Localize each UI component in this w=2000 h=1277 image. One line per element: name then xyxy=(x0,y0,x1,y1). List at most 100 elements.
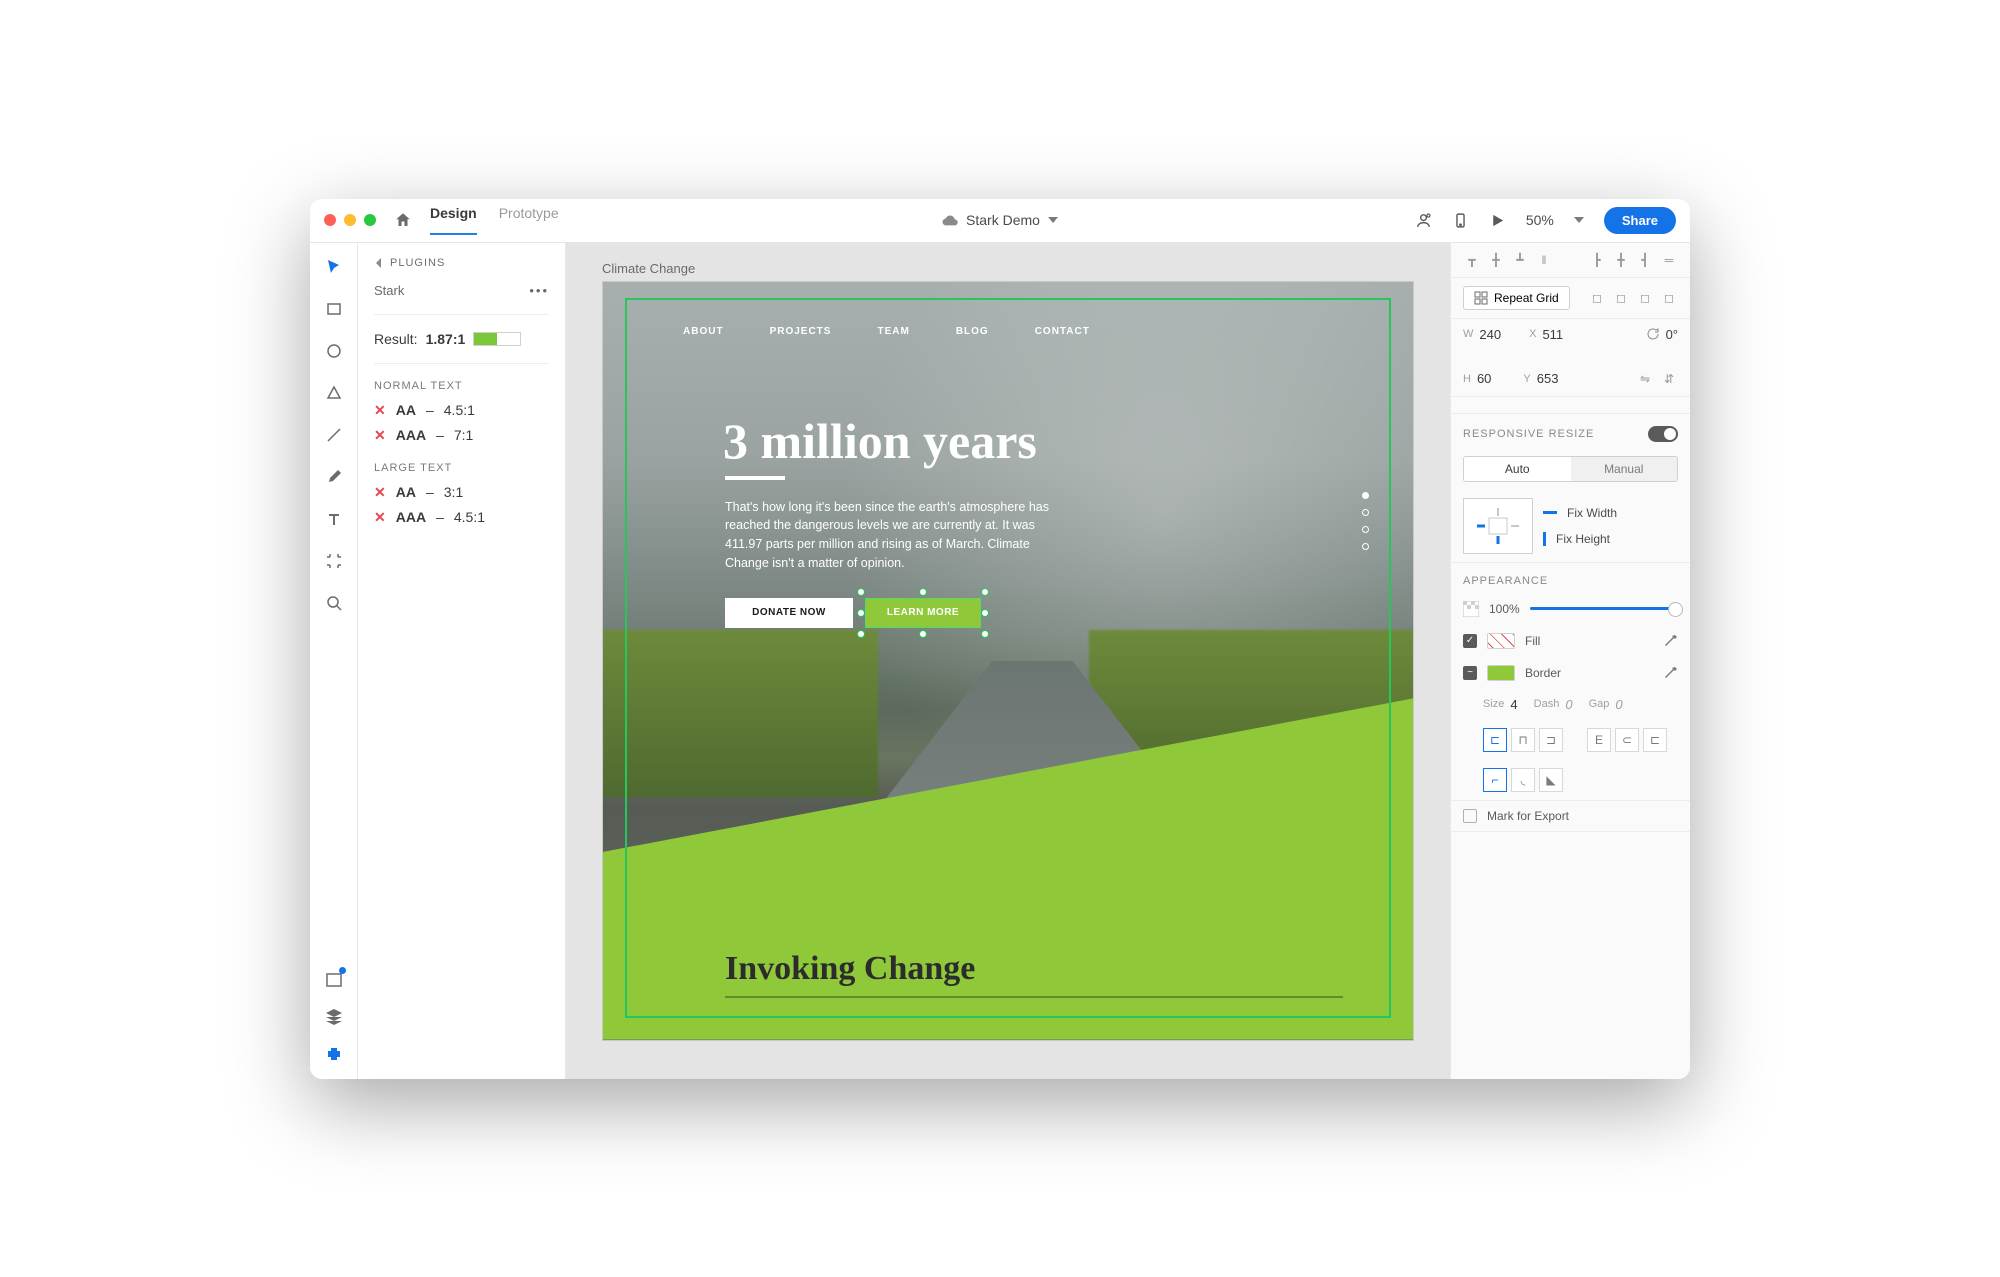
align-top-icon[interactable]: ┳ xyxy=(1463,251,1481,269)
responsive-toggle[interactable] xyxy=(1648,426,1678,442)
distribute-v-icon[interactable]: ‖ xyxy=(1535,251,1553,269)
align-bottom-icon[interactable]: ┻ xyxy=(1511,251,1529,269)
cap-butt-icon[interactable]: E xyxy=(1587,728,1611,752)
fix-height-row[interactable]: Fix Height xyxy=(1543,532,1617,546)
flip-v-icon[interactable]: ⇵ xyxy=(1660,370,1678,388)
pagination-dots[interactable] xyxy=(1362,492,1369,550)
nav-blog[interactable]: BLOG xyxy=(956,326,989,337)
tab-design[interactable]: Design xyxy=(430,205,477,235)
border-dash-value[interactable]: 0 xyxy=(1565,697,1572,712)
opacity-slider[interactable] xyxy=(1530,607,1678,610)
contrast-indicator xyxy=(473,332,521,346)
join-round-icon[interactable]: ◟ xyxy=(1511,768,1535,792)
fullscreen-icon[interactable] xyxy=(364,214,376,226)
tab-prototype[interactable]: Prototype xyxy=(499,205,559,235)
pen-tool[interactable] xyxy=(324,467,344,487)
donate-button[interactable]: DONATE NOW xyxy=(725,598,853,628)
artboard-tool[interactable] xyxy=(324,551,344,571)
fix-width-row[interactable]: Fix Width xyxy=(1543,506,1617,520)
stroke-values-row: Size4 Dash0 Gap0 xyxy=(1451,689,1690,720)
fill-swatch[interactable] xyxy=(1487,633,1515,649)
fail-icon: ✕ xyxy=(374,484,386,501)
auto-option[interactable]: Auto xyxy=(1464,457,1571,481)
subheadline[interactable]: Invoking Change xyxy=(725,950,975,988)
join-miter-icon[interactable]: ⌐ xyxy=(1483,768,1507,792)
select-tool[interactable] xyxy=(324,257,344,277)
boolean-intersect-icon[interactable]: ◻ xyxy=(1636,289,1654,307)
align-middle-icon[interactable]: ╋ xyxy=(1487,251,1505,269)
resize-mode-segment[interactable]: Auto Manual xyxy=(1463,456,1678,482)
plugins-icon[interactable] xyxy=(324,1045,344,1065)
border-swatch[interactable] xyxy=(1487,665,1515,681)
plugin-back[interactable]: PLUGINS xyxy=(374,257,549,269)
border-label: Border xyxy=(1525,666,1561,680)
more-icon[interactable]: ••• xyxy=(529,283,549,298)
cap-round-icon[interactable]: ⊂ xyxy=(1615,728,1639,752)
manual-option[interactable]: Manual xyxy=(1571,457,1678,481)
constraint-widget[interactable] xyxy=(1463,498,1533,554)
stroke-center-icon[interactable]: ⊓ xyxy=(1511,728,1535,752)
hero-body[interactable]: That's how long it's been since the eart… xyxy=(725,498,1055,573)
nav-projects[interactable]: PROJECTS xyxy=(770,326,832,337)
rotate-icon[interactable] xyxy=(1646,327,1660,341)
layers-icon[interactable] xyxy=(324,1007,344,1027)
large-aaa-row: ✕AAA– 4.5:1 xyxy=(374,509,549,526)
play-icon[interactable] xyxy=(1489,212,1506,229)
fail-icon: ✕ xyxy=(374,427,386,444)
artboard[interactable]: ABOUT PROJECTS TEAM BLOG CONTACT 3 milli… xyxy=(602,281,1414,1041)
share-button[interactable]: Share xyxy=(1604,207,1676,234)
x-value[interactable]: 511 xyxy=(1542,327,1563,342)
close-icon[interactable] xyxy=(324,214,336,226)
boolean-add-icon[interactable]: ◻ xyxy=(1588,289,1606,307)
nav-contact[interactable]: CONTACT xyxy=(1035,326,1090,337)
border-size-value[interactable]: 4 xyxy=(1510,697,1517,712)
flip-h-icon[interactable]: ⇋ xyxy=(1636,370,1654,388)
text-tool[interactable] xyxy=(324,509,344,529)
distribute-h-icon[interactable]: ═ xyxy=(1660,251,1678,269)
minimize-icon[interactable] xyxy=(344,214,356,226)
export-checkbox[interactable] xyxy=(1463,809,1477,823)
repeat-grid-button[interactable]: Repeat Grid xyxy=(1463,286,1570,310)
boolean-subtract-icon[interactable]: ◻ xyxy=(1612,289,1630,307)
home-icon[interactable] xyxy=(394,211,412,229)
zoom-level[interactable]: 50% xyxy=(1526,212,1554,228)
nav-team[interactable]: TEAM xyxy=(877,326,909,337)
stroke-outer-icon[interactable]: ⊐ xyxy=(1539,728,1563,752)
opacity-value[interactable]: 100% xyxy=(1489,602,1520,616)
titlebar-right: 50% Share xyxy=(1415,207,1676,234)
align-left-icon[interactable]: ┣ xyxy=(1588,251,1606,269)
height-value[interactable]: 60 xyxy=(1477,371,1491,386)
device-preview-icon[interactable] xyxy=(1452,212,1469,229)
fail-icon: ✕ xyxy=(374,509,386,526)
chevron-down-icon[interactable] xyxy=(1574,217,1584,223)
hero-headline[interactable]: 3 million years xyxy=(723,412,1037,470)
polygon-tool[interactable] xyxy=(324,383,344,403)
selection-handles[interactable] xyxy=(861,592,985,634)
stroke-inner-icon[interactable]: ⊏ xyxy=(1483,728,1507,752)
line-tool[interactable] xyxy=(324,425,344,445)
rotation-value[interactable]: 0° xyxy=(1666,327,1678,342)
artboard-label[interactable]: Climate Change xyxy=(602,261,695,276)
fill-checkbox[interactable]: ✓ xyxy=(1463,634,1477,648)
border-checkbox[interactable]: − xyxy=(1463,666,1477,680)
eyedropper-icon[interactable] xyxy=(1664,634,1678,648)
border-gap-value[interactable]: 0 xyxy=(1615,697,1622,712)
fail-icon: ✕ xyxy=(374,402,386,419)
join-bevel-icon[interactable]: ◣ xyxy=(1539,768,1563,792)
zoom-tool[interactable] xyxy=(324,593,344,613)
boolean-exclude-icon[interactable]: ◻ xyxy=(1660,289,1678,307)
align-center-icon[interactable]: ╋ xyxy=(1612,251,1630,269)
nav-about[interactable]: ABOUT xyxy=(683,326,724,337)
width-value[interactable]: 240 xyxy=(1479,327,1501,342)
ellipse-tool[interactable] xyxy=(324,341,344,361)
assets-icon[interactable] xyxy=(324,969,344,989)
canvas[interactable]: Climate Change ABOUT PROJECTS TEAM BLOG … xyxy=(566,243,1450,1079)
cap-square-icon[interactable]: ⊏ xyxy=(1643,728,1667,752)
opacity-icon xyxy=(1463,601,1479,617)
rectangle-tool[interactable] xyxy=(324,299,344,319)
document-title[interactable]: Stark Demo xyxy=(942,212,1058,228)
y-value[interactable]: 653 xyxy=(1537,371,1559,386)
invite-icon[interactable] xyxy=(1415,212,1432,229)
eyedropper-icon[interactable] xyxy=(1664,666,1678,680)
align-right-icon[interactable]: ┫ xyxy=(1636,251,1654,269)
